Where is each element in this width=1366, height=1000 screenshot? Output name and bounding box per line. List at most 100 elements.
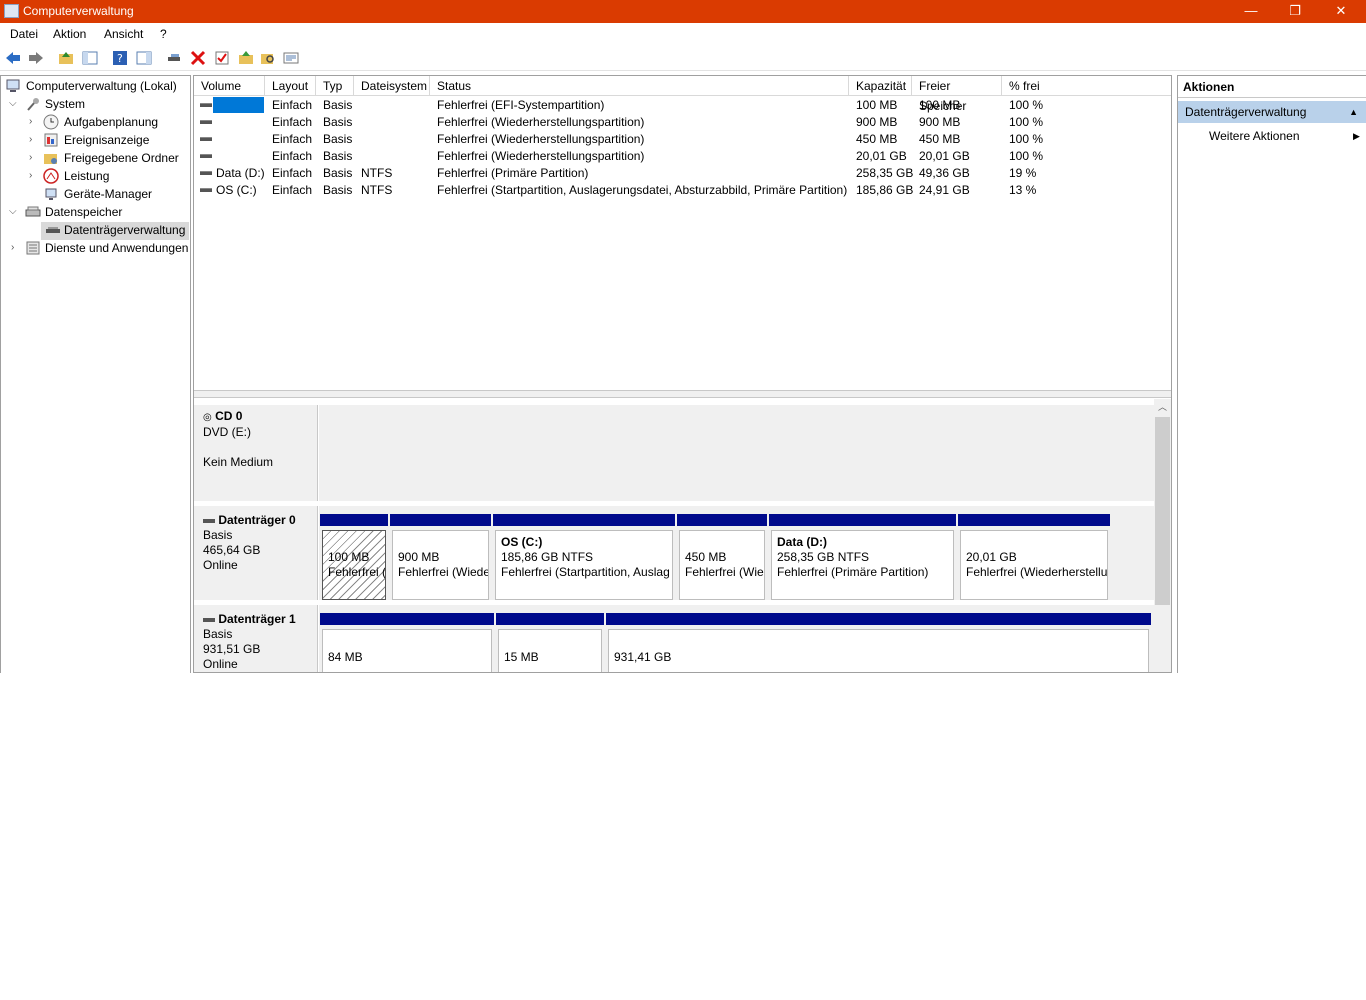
connect-drive-icon[interactable] [166, 50, 182, 66]
open-folder-icon[interactable] [238, 50, 254, 66]
close-window-button[interactable]: ✕ [1318, 0, 1364, 23]
more-actions-item[interactable]: Weitere Aktionen [1209, 127, 1300, 145]
disk-name: Datenträger 1 [218, 612, 296, 626]
delete-icon[interactable] [190, 50, 206, 66]
action-pane-icon[interactable] [136, 50, 152, 66]
disk-label-1[interactable]: Datenträger 1 Basis 931,51 GB Online [194, 605, 318, 672]
chevron-down-icon[interactable]: ⌵ [9, 95, 17, 113]
partition-os-c[interactable]: OS (C:) 185,86 GB NTFS Fehlerfrei (Start… [493, 514, 675, 600]
column-header-status[interactable]: Status [430, 76, 849, 96]
tree-item-dienste[interactable]: › Dienste und Anwendungen [1, 239, 190, 257]
column-header-layout[interactable]: Layout [265, 76, 316, 96]
partition-efi[interactable]: 100 MB Fehlerfrei ( [320, 514, 388, 600]
partition-recovery-3[interactable]: 20,01 GB Fehlerfrei (Wiederherstellu [958, 514, 1110, 600]
actions-section-label: Datenträgerverwaltung [1185, 105, 1307, 119]
menu-help[interactable]: ? [160, 27, 167, 41]
forward-arrow-icon[interactable] [28, 50, 44, 66]
partition-body: 900 MB Fehlerfrei (Wiede [392, 530, 489, 600]
tree-label: Dienste und Anwendungen [45, 241, 189, 255]
console-tree-icon[interactable] [82, 50, 98, 66]
disk-type: Basis [203, 528, 233, 542]
cell-prozent-frei: 13 % [1009, 183, 1037, 197]
scrollbar-thumb[interactable] [1155, 417, 1170, 605]
device-manager-icon [45, 188, 57, 200]
column-header-typ[interactable]: Typ [316, 76, 354, 96]
partition-recovery-1[interactable]: 900 MB Fehlerfrei (Wiede [390, 514, 491, 600]
partition-data-d[interactable]: Data (D:) 258,35 GB NTFS Fehlerfrei (Pri… [769, 514, 956, 600]
tree-label: Aufgabenplanung [64, 115, 159, 129]
chevron-right-icon[interactable]: › [29, 131, 32, 149]
minimize-button[interactable]: — [1228, 0, 1274, 23]
pane-splitter[interactable] [194, 390, 1171, 398]
cell-kapazitaet: 258,35 GB [856, 166, 914, 180]
tree-item-leistung[interactable]: › Leistung [1, 167, 190, 185]
cell-status: Fehlerfrei (Startpartition, Auslagerungs… [437, 183, 848, 197]
partition-recovery-2[interactable]: 450 MB Fehlerfrei (Wie [677, 514, 767, 600]
clock-icon [43, 114, 59, 130]
cell-dateisystem: NTFS [361, 166, 393, 180]
graph-vertical-scrollbar[interactable]: ︿ [1154, 399, 1171, 672]
disk-label-0[interactable]: Datenträger 0 Basis 465,64 GB Online [194, 506, 318, 600]
partition-name [398, 535, 488, 550]
restore-button[interactable]: ❐ [1272, 0, 1318, 23]
partition-bar [606, 613, 1151, 625]
partition-size: 84 MB [328, 650, 363, 664]
disk-label-cd0[interactable]: ◎ CD 0 DVD (E:) Kein Medium [194, 405, 318, 501]
folder-up-icon[interactable] [58, 50, 74, 66]
column-header-kapazitaet[interactable]: Kapazität [849, 76, 912, 96]
tree-item-freigegebene-ordner[interactable]: › Freigegebene Ordner [1, 149, 190, 167]
toolbar: ? [0, 45, 1366, 71]
disk-area-1: 84 MB 15 MB 931,41 GB [319, 605, 1154, 672]
partition-disk1-84mb[interactable]: 84 MB [320, 613, 494, 672]
cd-drive-icon: ◎ [203, 412, 212, 423]
cell-typ: Basis [323, 115, 353, 129]
chevron-right-icon[interactable]: › [29, 113, 32, 131]
submenu-arrow-icon[interactable]: ▶ [1353, 127, 1360, 145]
table-row[interactable]: Einfach Basis Fehlerfrei (EFI-Systempart… [194, 97, 1171, 114]
table-row[interactable]: Data (D:) Einfach Basis NTFS Fehlerfrei … [194, 165, 1171, 182]
menu-ansicht[interactable]: Ansicht [104, 27, 143, 41]
actions-section-disk-management[interactable]: Datenträgerverwaltung ▲ [1178, 101, 1366, 123]
tree-item-system[interactable]: ⌵ System [1, 95, 190, 113]
properties-icon[interactable] [214, 50, 230, 66]
partition-status: Fehlerfrei (Wiederherstellu [966, 565, 1108, 579]
column-header-prozent-frei[interactable]: % frei [1002, 76, 1171, 96]
table-row[interactable]: OS (C:) Einfach Basis NTFS Fehlerfrei (S… [194, 182, 1171, 199]
search-folder-icon[interactable] [260, 50, 276, 66]
tree-item-aufgabenplanung[interactable]: › Aufgabenplanung [1, 113, 190, 131]
table-row[interactable]: Einfach Basis Fehlerfrei (Wiederherstell… [194, 114, 1171, 131]
chevron-right-icon[interactable]: › [11, 239, 14, 257]
tree-item-ereignisanzeige[interactable]: › Ereignisanzeige [1, 131, 190, 149]
partition-status: Fehlerfrei ( [328, 565, 386, 579]
scroll-up-icon[interactable]: ︿ [1154, 399, 1171, 415]
menu-aktion[interactable]: Aktion [53, 27, 86, 41]
tree-item-datentraegerverwaltung[interactable]: Datenträgerverwaltung [1, 221, 190, 239]
disk-type: Basis [203, 627, 233, 641]
tree-item-computer-management[interactable]: Computerverwaltung (Lokal) [1, 77, 190, 95]
cell-typ: Basis [323, 166, 353, 180]
menu-datei[interactable]: Datei [10, 27, 38, 41]
volume-icon [200, 188, 212, 192]
column-header-volume[interactable]: Volume [194, 76, 265, 96]
partition-status: Fehlerfrei (Wie [685, 565, 764, 579]
column-header-dateisystem[interactable]: Dateisystem [354, 76, 430, 96]
tree-item-geraete-manager[interactable]: Geräte-Manager [1, 185, 190, 203]
chevron-right-icon[interactable]: › [29, 167, 32, 185]
disk-status: Online [203, 657, 238, 671]
partition-disk1-15mb[interactable]: 15 MB [496, 613, 604, 672]
back-arrow-icon[interactable] [5, 50, 21, 66]
partition-disk1-931gb[interactable]: 931,41 GB [606, 613, 1151, 672]
disk-area-cd0[interactable] [319, 405, 1154, 501]
table-row[interactable]: Einfach Basis Fehlerfrei (Wiederherstell… [194, 148, 1171, 165]
disk-drive-letter: DVD (E:) [203, 425, 251, 439]
help-icon[interactable]: ? [112, 50, 128, 66]
tree-item-datenspeicher[interactable]: ⌵ Datenspeicher [1, 203, 190, 221]
details-view-icon[interactable] [283, 50, 299, 66]
cell-layout: Einfach [272, 132, 313, 146]
table-row[interactable]: Einfach Basis Fehlerfrei (Wiederherstell… [194, 131, 1171, 148]
chevron-down-icon[interactable]: ⌵ [9, 203, 17, 221]
partition-body: 100 MB Fehlerfrei ( [322, 530, 386, 600]
chevron-right-icon[interactable]: › [29, 149, 32, 167]
collapse-triangle-icon[interactable]: ▲ [1349, 101, 1358, 123]
column-header-freier-speicher[interactable]: Freier Speicher [912, 76, 1002, 113]
